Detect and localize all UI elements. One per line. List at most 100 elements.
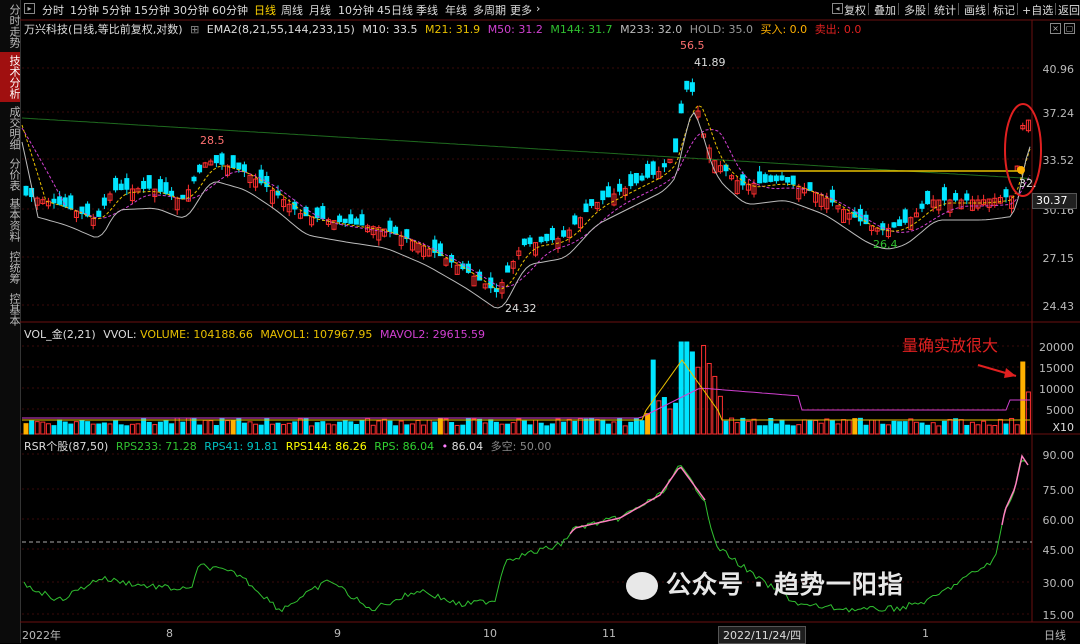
- volume-bar: [566, 418, 572, 435]
- volume-bar: [527, 424, 533, 435]
- candle-body: [180, 194, 186, 200]
- volume-bar: [673, 402, 679, 435]
- volume-bar: [286, 422, 292, 435]
- candle-body: [925, 190, 931, 205]
- volume-bar: [68, 423, 74, 435]
- volume-bar: [908, 418, 914, 435]
- price-tick: 27.15: [1042, 252, 1075, 265]
- volume-bar: [936, 425, 942, 435]
- volume-bar: [135, 423, 141, 435]
- watermark-text: 公众号 · 趋势一阳指: [666, 570, 904, 599]
- volume-bar: [684, 341, 690, 435]
- annotation-note: 量确实放很大: [902, 336, 999, 355]
- crosshair-date: 2022/11/24/四: [718, 626, 807, 644]
- volume-bar: [572, 420, 578, 435]
- rps-strong-segment: [1001, 454, 1029, 526]
- volume-bar: [449, 422, 455, 435]
- candle-body: [191, 176, 197, 182]
- volume-bar: [493, 421, 499, 435]
- candle-body: [762, 174, 768, 183]
- price-tick: 40.96: [1042, 63, 1075, 76]
- candle-body: [880, 223, 886, 231]
- volume-bar: [219, 418, 225, 435]
- candle-body: [891, 222, 897, 228]
- volume-bar: [387, 420, 393, 435]
- rsr-tick: 30.00: [1042, 577, 1075, 590]
- volume-bar: [846, 419, 852, 435]
- candle-body: [101, 197, 107, 206]
- candle-body: [387, 220, 393, 232]
- candle-body: [785, 176, 791, 183]
- volume-bar: [835, 423, 841, 435]
- volume-bar: [992, 424, 998, 435]
- peak-mark: 56.5: [680, 39, 705, 52]
- candle-body: [1003, 189, 1009, 198]
- volume-bar: [85, 421, 91, 435]
- volume-bar: [583, 418, 589, 435]
- candle-body: [23, 185, 29, 196]
- volume-bar: [801, 419, 807, 435]
- candle-body: [605, 186, 611, 198]
- candle-body: [650, 161, 656, 175]
- volume-bar: [824, 418, 830, 435]
- volume-tick: 15000: [1039, 362, 1074, 375]
- volume-bar: [253, 423, 259, 435]
- volume-bar: [796, 424, 802, 435]
- candle-body: [521, 238, 527, 246]
- volume-bar: [23, 423, 29, 435]
- volume-bar: [740, 417, 746, 435]
- volume-bar: [628, 421, 634, 435]
- volume-bar: [594, 419, 600, 435]
- rps-strong-segment: [569, 466, 706, 535]
- volume-bar: [600, 419, 606, 435]
- volume-bar: [605, 423, 611, 435]
- volume-bar: [101, 422, 107, 435]
- x-axis-label: 10: [483, 627, 497, 640]
- current-price-flag: 30.37: [1032, 193, 1077, 209]
- price-tick: 37.24: [1042, 107, 1075, 120]
- volume-bar: [611, 421, 617, 435]
- candle-body: [169, 190, 175, 197]
- volume-bar: [169, 423, 175, 435]
- volume-bar: [309, 425, 315, 435]
- volume-bar: [695, 366, 701, 435]
- candle-body: [779, 175, 785, 181]
- volume-bar: [359, 420, 365, 435]
- candle-body: [157, 179, 163, 192]
- candle-body: [348, 214, 354, 224]
- ma50-line: [21, 127, 1031, 288]
- volume-bar: [622, 425, 628, 435]
- volume-bar: [213, 425, 219, 435]
- chart-canvas[interactable]: [0, 0, 1080, 643]
- volume-bar: [958, 419, 964, 435]
- volume-bar: [874, 419, 880, 435]
- volume-bar: [650, 359, 656, 435]
- volume-bar: [661, 397, 667, 435]
- volume-bar: [454, 424, 460, 435]
- volume-bar: [426, 419, 432, 435]
- volume-bar: [185, 417, 191, 435]
- candle-body: [118, 183, 124, 191]
- volume-bar: [969, 421, 975, 435]
- volume-bar: [544, 425, 550, 435]
- volume-bar: [152, 424, 158, 435]
- candle-body: [124, 178, 130, 190]
- candle-body: [807, 182, 813, 191]
- volume-bar: [465, 418, 471, 435]
- volume-bar: [1003, 423, 1009, 435]
- rsr-tick: 90.00: [1042, 449, 1075, 462]
- volume-bar: [516, 418, 522, 435]
- right-price-label: 32.: [1019, 177, 1037, 190]
- volume-bar: [757, 425, 763, 435]
- dip-label: 26.4: [873, 238, 898, 251]
- x-axis-label: 8: [166, 627, 173, 640]
- wechat-icon: [626, 572, 658, 600]
- volume-bar: [589, 418, 595, 435]
- candle-body: [163, 182, 169, 195]
- volume-bar: [1020, 361, 1026, 435]
- volume-bar: [57, 419, 63, 435]
- volume-bar: [488, 419, 494, 435]
- candle-body: [790, 175, 796, 185]
- rsr-tick: 15.00: [1042, 609, 1075, 622]
- volume-bar: [902, 421, 908, 435]
